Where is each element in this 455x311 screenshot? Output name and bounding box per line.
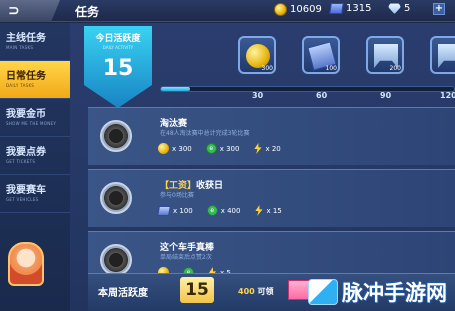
reward-coins: x 300 (158, 143, 192, 154)
weekly-goal: 400 可领 (238, 286, 274, 297)
daily-activity-title: 今日活跃度 (95, 34, 141, 44)
wheel-icon (100, 244, 132, 276)
milestone-label-60: 60 (316, 91, 328, 100)
currency-tickets: 1315 (329, 3, 372, 14)
gift-icon[interactable] (288, 280, 310, 300)
sidebar-item-sublabel: GET TICKETS (6, 159, 36, 164)
reward-amount: x 15 (266, 206, 282, 215)
sidebar-item-sublabel: GET VEHICLES (6, 197, 39, 202)
sidebar-item-daily-tasks[interactable]: 日常任务 DAILY TASKS (0, 61, 70, 99)
currency-coins: 10609 (274, 3, 322, 16)
exp-icon: e (206, 205, 218, 216)
milestone-label-30: 30 (252, 91, 264, 100)
milestone-label-120: 120 (440, 91, 455, 100)
coin-icon (158, 143, 169, 154)
reward-activity: x 15 (254, 205, 282, 216)
milestone-label-90: 90 (380, 91, 392, 100)
milestone-reward-90[interactable]: 200 (366, 36, 404, 74)
gem-amount: 5 (404, 3, 411, 14)
daily-activity-badge: 今日活跃度 DAILY ACTIVITY 15 (84, 26, 152, 108)
task-description: 单局结束后点赞2次 (160, 254, 212, 261)
wheel-icon (100, 120, 132, 152)
daily-activity-subtitle: DAILY ACTIVITY (102, 45, 134, 50)
activity-progress-bar (160, 86, 455, 92)
add-currency-button[interactable]: + (433, 3, 445, 15)
sidebar-item-label: 我要金币 (6, 109, 46, 120)
daily-activity-value: 15 (102, 56, 134, 81)
sidebar-item-sublabel: MAIN TASKS (6, 45, 34, 50)
watermark: 脉冲手游网 (308, 277, 447, 307)
reward-amount: x 300 (219, 144, 240, 153)
reward-exp: ex 300 (205, 143, 240, 154)
ticket-amount: 1315 (346, 3, 372, 14)
task-description: 在48人淘汰赛中总计完成3轮比赛 (160, 130, 250, 137)
weekly-goal-number: 400 (238, 287, 255, 296)
activity-progress-fill (161, 87, 191, 91)
main-panel: 今日活跃度 DAILY ACTIVITY 15 300 100 200 30 6… (70, 23, 455, 311)
gem-icon (388, 3, 401, 14)
lightning-icon (254, 143, 262, 154)
task-rewards: x 100 ex 400 x 15 (157, 205, 282, 216)
sidebar-item-vehicles[interactable]: 我要赛车 GET VEHICLES (0, 175, 70, 213)
task-title-text: 收获日 (196, 181, 224, 191)
coin-icon (274, 3, 287, 16)
task-card-harvest-day[interactable]: 【工资】收获日 参与0场比赛 x 100 ex 400 x 15 (88, 169, 455, 227)
page-title: 任务 (75, 5, 100, 19)
reward-amount: x 400 (220, 206, 241, 215)
milestone-reward-30[interactable]: 300 (238, 36, 276, 74)
watermark-text: 脉冲手游网 (342, 281, 447, 305)
sidebar-item-sublabel: DAILY TASKS (6, 83, 35, 88)
reward-amount: x 300 (172, 144, 192, 153)
sidebar-item-tickets[interactable]: 我要点券 GET TICKETS (0, 137, 70, 175)
milestone-reward-60[interactable]: 100 (302, 36, 340, 74)
task-description: 参与0场比赛 (160, 192, 194, 199)
reward-tickets: x 100 (157, 205, 193, 216)
ticket-icon (157, 205, 171, 216)
sidebar-item-label: 我要点券 (6, 147, 46, 158)
reward-activity: x 20 (253, 143, 281, 154)
wheel-icon (100, 182, 132, 214)
task-card-elimination[interactable]: 淘汰赛 在48人淘汰赛中总计完成3轮比赛 x 300 ex 300 x 20 (88, 107, 455, 165)
sidebar-item-coins[interactable]: 我要金币 SHOW ME THE MONEY (0, 99, 70, 137)
reward-amount: x 20 (265, 144, 281, 153)
back-button[interactable]: ⊃ (0, 0, 60, 22)
top-bar: ⊃ 任务 10609 1315 5 + (0, 0, 455, 22)
weekly-activity-label: 本周活跃度 (98, 288, 148, 299)
task-rewards: x 300 ex 300 x 20 (158, 143, 281, 154)
reward-exp: ex 400 (206, 205, 241, 216)
lightning-icon (255, 205, 263, 216)
badge-icon (438, 44, 455, 68)
sidebar-item-label: 日常任务 (6, 71, 46, 82)
back-icon: ⊃ (8, 3, 20, 19)
weekly-goal-text: 可领 (257, 287, 274, 296)
weekly-activity-value: 15 (180, 277, 214, 303)
watermark-logo-icon (308, 279, 338, 305)
ticket-icon (329, 3, 344, 14)
currency-gems: 5 (388, 3, 410, 14)
reward-count: 100 (325, 65, 337, 72)
avatar[interactable] (8, 242, 44, 286)
reward-count: 200 (389, 65, 401, 72)
sidebar-item-sublabel: SHOW ME THE MONEY (6, 121, 57, 126)
sidebar-item-label: 主线任务 (6, 33, 46, 44)
coin-amount: 10609 (290, 4, 322, 15)
milestone-reward-120[interactable] (430, 36, 455, 74)
sidebar-item-main-tasks[interactable]: 主线任务 MAIN TASKS (0, 23, 70, 61)
reward-count: 300 (261, 65, 273, 72)
exp-icon: e (205, 143, 217, 154)
reward-amount: x 100 (173, 206, 193, 215)
sidebar-item-label: 我要赛车 (6, 185, 46, 196)
